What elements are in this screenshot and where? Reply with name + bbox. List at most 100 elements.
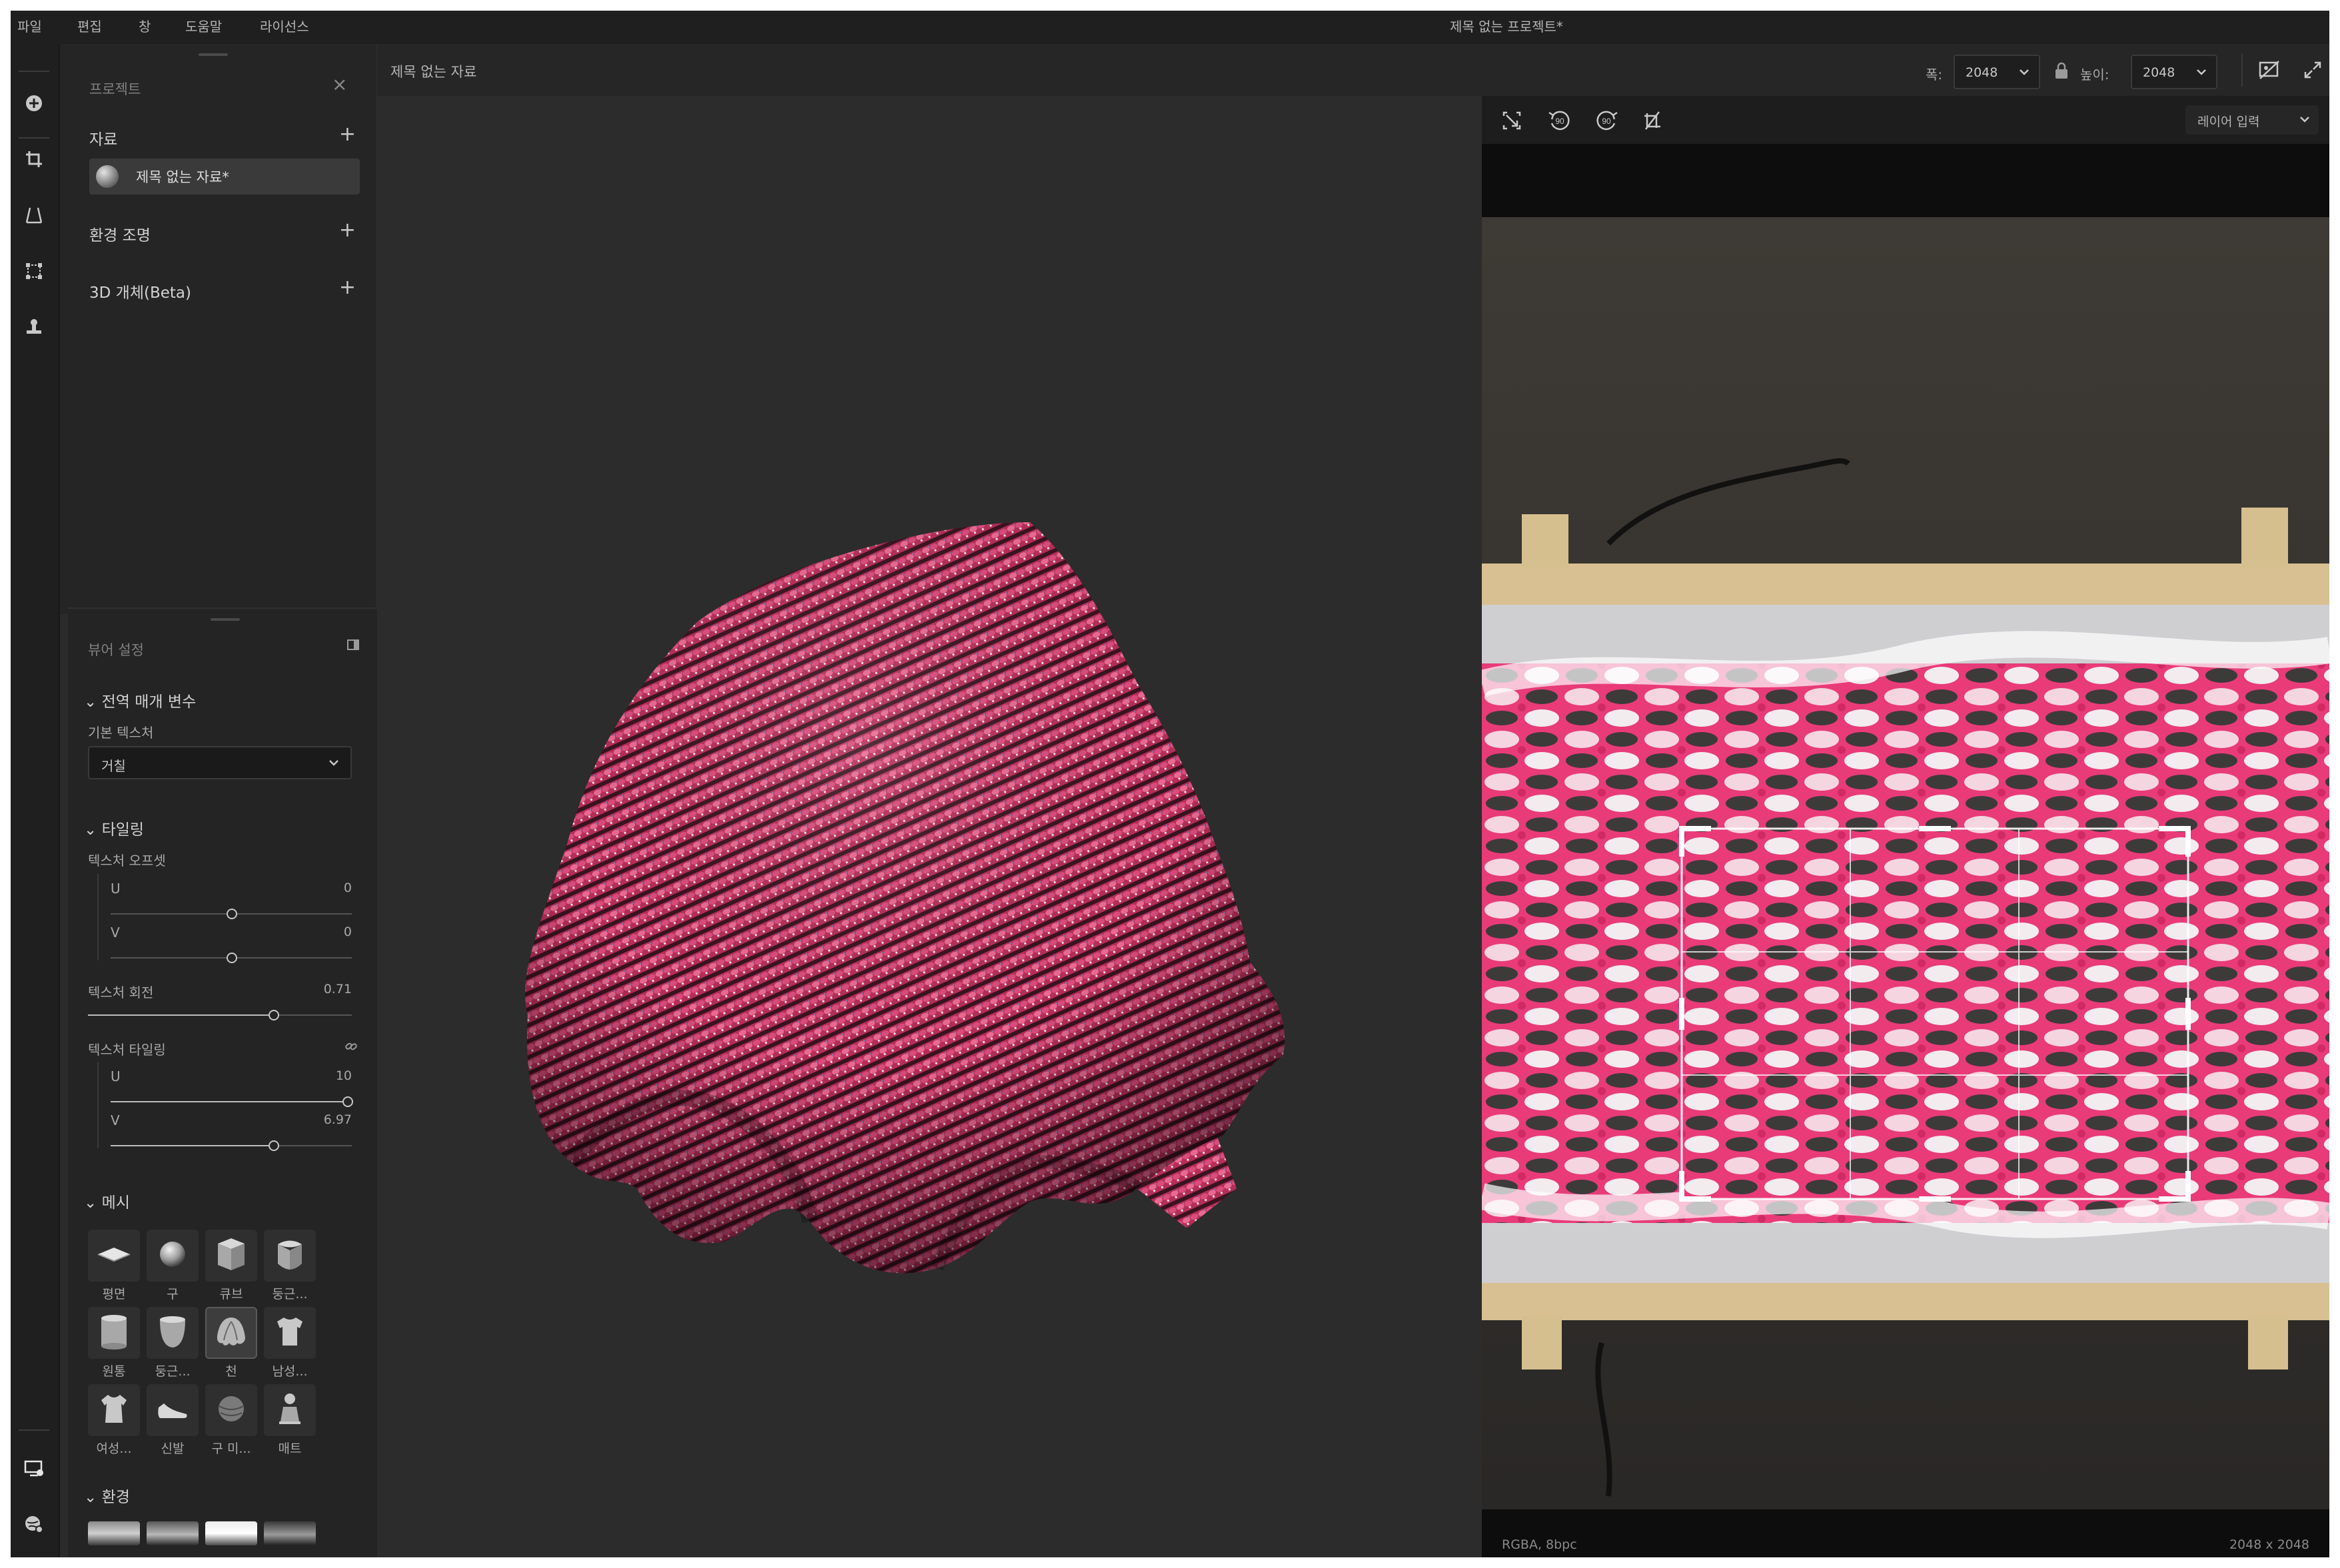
base-texture-label: 기본 텍스처 <box>88 725 154 741</box>
link-icon[interactable] <box>344 1039 358 1056</box>
chevron-down-icon: ⌄ <box>84 1489 97 1506</box>
global-params-heading[interactable]: ⌄ 전역 매개 변수 <box>84 689 196 711</box>
close-icon[interactable]: × <box>332 73 347 95</box>
document-header: 제목 없는 자료 폭: 2048 높이: 2048 <box>377 44 2329 96</box>
offset-v-slider[interactable] <box>111 953 352 963</box>
chevron-down-icon <box>326 755 341 773</box>
menu-file[interactable]: 파일 <box>17 16 42 35</box>
mesh-label: 신발 <box>161 1441 185 1456</box>
mesh-label: 평면 <box>102 1287 126 1302</box>
mesh-tile[interactable] <box>264 1384 316 1436</box>
tiling-u-slider[interactable] <box>111 1096 353 1107</box>
document-title: 제목 없는 자료 <box>390 64 477 80</box>
menu-license[interactable]: 라이선스 <box>260 16 309 35</box>
slider-knob[interactable] <box>227 909 237 919</box>
panel-grip[interactable] <box>199 53 228 56</box>
add-object-icon[interactable]: + <box>339 276 356 299</box>
mesh-tile[interactable] <box>147 1384 199 1436</box>
rounded-cube-icon <box>270 1234 310 1277</box>
crop-icon[interactable] <box>19 144 49 175</box>
texture-rotation-slider[interactable] <box>88 1010 352 1020</box>
menu-bar: 파일 편집 창 도움말 라이선스 제목 없는 프로젝트* <box>11 11 2329 44</box>
height-select[interactable]: 2048 <box>2131 55 2217 89</box>
slider-knob[interactable] <box>227 953 237 963</box>
expand-icon[interactable] <box>2303 60 2323 83</box>
rotate-cw-90-icon[interactable]: 90 <box>1590 104 1623 137</box>
resolution-status: 2048 x 2048 <box>2229 1537 2309 1552</box>
crop-mode-icon[interactable] <box>1495 104 1528 137</box>
environment-icon[interactable] <box>19 1509 49 1540</box>
offset-u-label: U <box>111 881 121 897</box>
offset-u-slider[interactable] <box>111 909 352 919</box>
mesh-heading[interactable]: ⌄ 메시 <box>84 1190 130 1212</box>
mesh-tile[interactable] <box>205 1384 257 1436</box>
mesh-tile[interactable] <box>147 1307 199 1359</box>
male-shirt-icon <box>273 1314 306 1352</box>
add-material-icon[interactable]: + <box>339 123 356 146</box>
mesh-label: 구 미... <box>211 1441 251 1456</box>
menu-window[interactable]: 창 <box>139 16 151 35</box>
materials-section[interactable]: 자료 + <box>89 123 356 149</box>
environment-thumbnail[interactable] <box>205 1521 257 1545</box>
mesh-label: 큐브 <box>219 1287 243 1302</box>
slider-fill <box>111 1101 346 1102</box>
layer-input-select[interactable]: 레이어 입력 <box>2185 105 2319 135</box>
offset-u-value: 0 <box>343 881 352 895</box>
header-divider <box>2241 53 2243 87</box>
reset-transform-icon[interactable] <box>1636 104 1670 137</box>
slider-knob[interactable] <box>269 1140 279 1151</box>
viewer-panel-title: 뷰어 설정 <box>88 642 144 658</box>
mesh-tile[interactable] <box>88 1307 140 1359</box>
slider-knob[interactable] <box>269 1010 279 1020</box>
width-value: 2048 <box>1966 65 1998 80</box>
project-panel-title: 프로젝트 <box>89 81 141 97</box>
mesh-tile[interactable] <box>264 1307 316 1359</box>
cloth-3d-preview <box>525 522 1285 1274</box>
env-light-section[interactable]: 환경 조명 + <box>89 218 356 245</box>
viewport-2d[interactable]: 90 90 레이어 입력 RGBA, 8bpc 2048 x 2048 <box>1482 96 2329 1557</box>
project-panel: 프로젝트 × 자료 + 제목 없는 자료* 환경 조명 + 3D 개체(Beta… <box>60 44 376 614</box>
height-label: 높이: <box>2080 67 2109 83</box>
mesh-tile[interactable] <box>88 1230 140 1282</box>
environment-thumbnail[interactable] <box>264 1521 316 1545</box>
viewport-3d[interactable] <box>377 96 1482 1557</box>
slider-knob[interactable] <box>342 1096 353 1107</box>
environment-thumbnail[interactable] <box>88 1521 140 1545</box>
mesh-tile[interactable] <box>205 1307 257 1359</box>
objects-section[interactable]: 3D 개체(Beta) + <box>89 276 356 302</box>
lock-icon[interactable] <box>2053 61 2069 83</box>
slider-fill <box>88 1014 273 1016</box>
env-light-label: 환경 조명 <box>89 227 151 244</box>
viewer-settings-icon[interactable] <box>19 1453 49 1484</box>
menu-help[interactable]: 도움말 <box>185 16 222 35</box>
perspective-icon[interactable] <box>19 200 49 230</box>
panel-dock-icon[interactable] <box>346 638 360 654</box>
mesh-tile[interactable] <box>264 1230 316 1282</box>
mesh-label: 구 <box>167 1287 179 1302</box>
tiling-v-slider[interactable] <box>111 1140 352 1151</box>
add-env-light-icon[interactable]: + <box>339 218 356 242</box>
add-icon[interactable] <box>19 88 49 119</box>
transform-icon[interactable] <box>19 256 49 286</box>
mesh-tile[interactable] <box>88 1384 140 1436</box>
environment-thumbnail[interactable] <box>147 1521 199 1545</box>
tiling-heading[interactable]: ⌄ 타일링 <box>84 817 144 839</box>
menu-edit[interactable]: 편집 <box>77 16 102 35</box>
texture-rotation-label: 텍스처 회전 <box>88 984 154 1000</box>
material-list-item[interactable]: 제목 없는 자료* <box>89 159 360 195</box>
mesh-label: 여성... <box>96 1441 132 1456</box>
mesh-label: 둥근... <box>155 1364 191 1379</box>
plane-icon <box>95 1241 133 1270</box>
mesh-tile[interactable] <box>205 1230 257 1282</box>
stamp-icon[interactable] <box>19 312 49 342</box>
mesh-tile[interactable] <box>147 1230 199 1282</box>
chevron-down-icon <box>2195 65 2208 81</box>
environment-heading[interactable]: ⌄ 환경 <box>84 1484 130 1507</box>
rail-divider <box>19 137 49 139</box>
panel-grip[interactable] <box>211 618 240 621</box>
base-texture-select[interactable]: 거칠 <box>88 746 352 779</box>
hide-patterns-icon[interactable] <box>2257 59 2281 85</box>
tiling-u-value: 10 <box>335 1068 352 1083</box>
width-select[interactable]: 2048 <box>1954 55 2040 89</box>
rotate-ccw-90-icon[interactable]: 90 <box>1543 104 1576 137</box>
